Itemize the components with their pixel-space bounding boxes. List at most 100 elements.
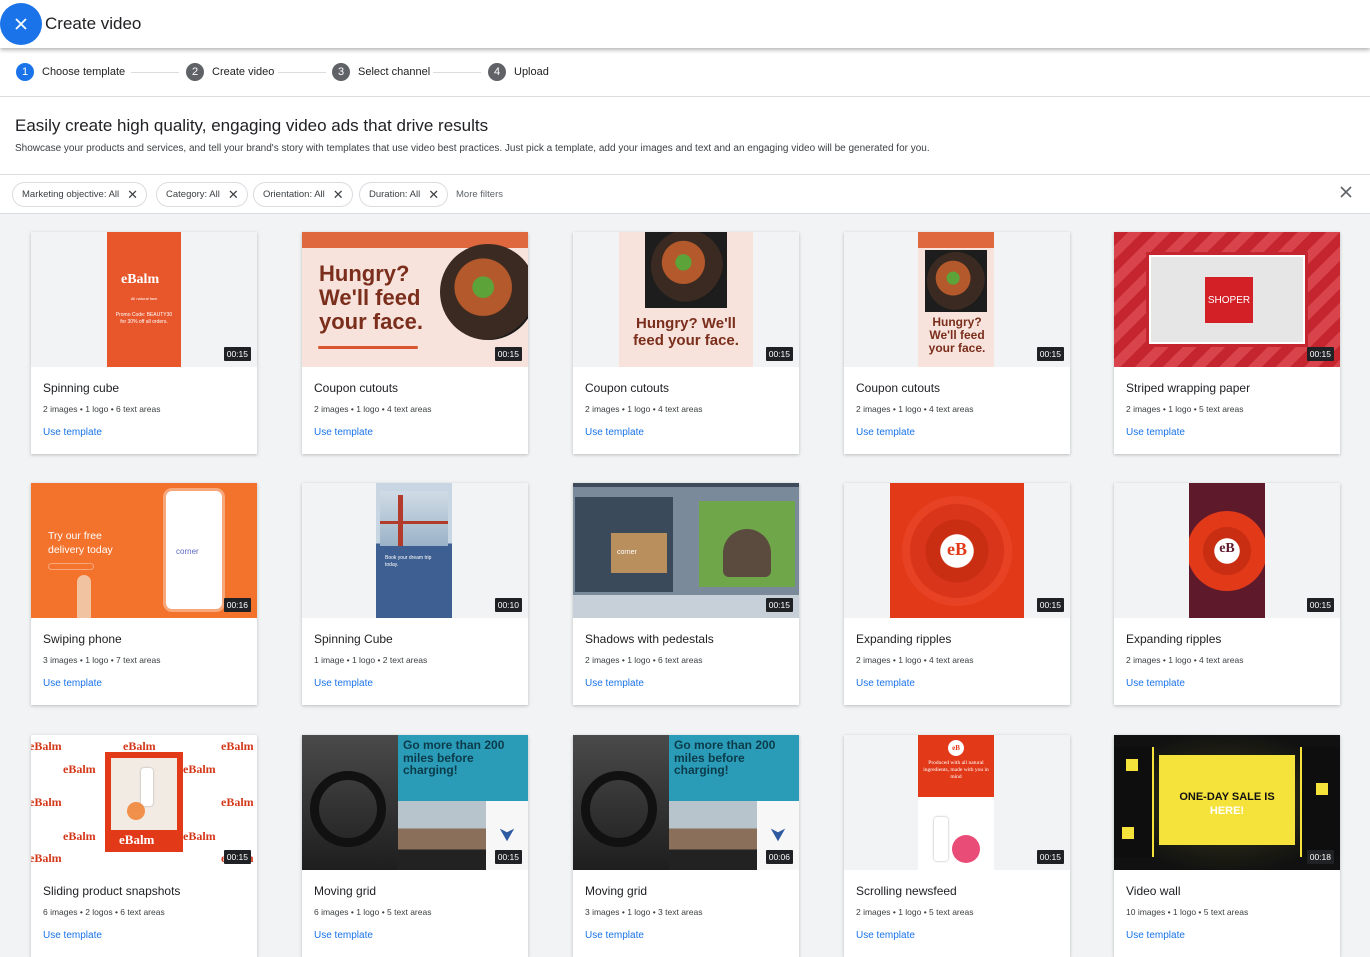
step-connector (278, 72, 326, 73)
phone-image: corner (163, 488, 225, 612)
close-button[interactable] (0, 3, 42, 45)
step-upload[interactable]: 4 Upload (488, 63, 549, 81)
brand-logo: SHOPER (1205, 277, 1253, 323)
use-template-link[interactable]: Use template (43, 930, 102, 941)
template-card[interactable]: Try our free delivery today corner 00:16… (31, 483, 257, 705)
product-image (934, 817, 948, 861)
headline-panel: Go more than 200 miles before charging! (669, 735, 799, 801)
use-template-link[interactable]: Use template (856, 678, 915, 689)
use-template-link[interactable]: Use template (314, 678, 373, 689)
use-template-link[interactable]: Use template (314, 427, 373, 438)
wall-panel-left (1114, 747, 1154, 857)
use-template-link[interactable]: Use template (1126, 427, 1185, 438)
step-label: Upload (514, 66, 549, 78)
use-template-link[interactable]: Use template (585, 678, 644, 689)
template-meta: 2 images • 1 logo • 5 text areas (1126, 404, 1244, 414)
template-card[interactable]: Go more than 200 miles before charging! … (573, 735, 799, 957)
template-thumbnail[interactable]: Hungry? We'll feed your face. 00:15 (302, 232, 528, 367)
duration-badge: 00:15 (494, 850, 522, 864)
template-card[interactable]: eB Produced with all natural ingredients… (844, 735, 1070, 957)
template-card[interactable]: eBalm All natural face Promo Code: BEAUT… (31, 232, 257, 454)
template-title: Swiping phone (43, 632, 122, 646)
use-template-link[interactable]: Use template (856, 930, 915, 941)
template-card[interactable]: eB 00:15 Expanding ripples 2 images • 1 … (1114, 483, 1340, 705)
template-card[interactable]: Hungry? We'll feed your face. 00:15 Coup… (302, 232, 528, 454)
template-thumbnail[interactable]: SHOPER 00:15 (1114, 232, 1340, 367)
use-template-link[interactable]: Use template (314, 930, 373, 941)
filter-chip-orientation[interactable]: Orientation: All ✕ (253, 182, 353, 207)
wall-tile (1122, 827, 1134, 839)
use-template-link[interactable]: Use template (585, 930, 644, 941)
step-connector (433, 72, 481, 73)
template-thumbnail[interactable]: corner 00:15 (573, 483, 799, 618)
duration-badge: 00:16 (223, 598, 251, 612)
use-template-link[interactable]: Use template (43, 678, 102, 689)
template-card[interactable]: Hungry? We'll feed your face. 00:15 Coup… (573, 232, 799, 454)
template-meta: 6 images • 1 logo • 5 text areas (314, 907, 432, 917)
headline-text: Hungry? We'll feed your face. (928, 315, 986, 356)
template-card[interactable]: ONE-DAY SALE IS HERE! 00:18 Video wall 1… (1114, 735, 1340, 957)
template-title: Striped wrapping paper (1126, 381, 1251, 395)
template-thumbnail[interactable]: eB 00:15 (844, 483, 1070, 618)
template-thumbnail[interactable]: Book your dream trip today. 00:10 (302, 483, 528, 618)
template-meta: 2 images • 1 logo • 4 text areas (856, 655, 974, 665)
remove-filter-icon[interactable]: ✕ (127, 188, 138, 201)
step-choose-template[interactable]: 1 Choose template (16, 63, 125, 81)
template-thumbnail[interactable]: Go more than 200 miles before charging! … (302, 735, 528, 870)
thumbnail-panel: Hungry? We'll feed your face. (918, 232, 994, 367)
cta-outline (48, 563, 94, 570)
use-template-link[interactable]: Use template (856, 427, 915, 438)
remove-filter-icon[interactable]: ✕ (333, 188, 344, 201)
use-template-link[interactable]: Use template (585, 427, 644, 438)
food-image (927, 252, 985, 310)
template-card[interactable]: eB 00:15 Expanding ripples 2 images • 1 … (844, 483, 1070, 705)
template-thumbnail[interactable]: ONE-DAY SALE IS HERE! 00:18 (1114, 735, 1340, 870)
clear-filters-icon[interactable] (1338, 184, 1354, 200)
food-image (440, 244, 528, 340)
remove-filter-icon[interactable]: ✕ (428, 188, 439, 201)
filter-chip-marketing-objective[interactable]: Marketing objective: All ✕ (12, 182, 148, 207)
template-thumbnail[interactable]: eBalm eBalm eBalm eBalm eBalm eBalm eBal… (31, 735, 257, 870)
template-title: Coupon cutouts (585, 381, 670, 395)
headline-text: Produced with all natural ingredients, m… (923, 760, 989, 781)
template-card[interactable]: Hungry? We'll feed your face. 00:15 Coup… (844, 232, 1070, 454)
template-title: Spinning Cube (314, 632, 393, 646)
template-card[interactable]: Go more than 200 miles before charging! … (302, 735, 528, 957)
step-label: Choose template (42, 66, 126, 78)
thumbnail-panel: eB (890, 483, 1024, 618)
use-template-link[interactable]: Use template (1126, 678, 1185, 689)
template-card[interactable]: corner 00:15 Shadows with pedestals 2 im… (573, 483, 799, 705)
use-template-link[interactable]: Use template (43, 427, 102, 438)
template-thumbnail[interactable]: Hungry? We'll feed your face. 00:15 (573, 232, 799, 367)
template-card[interactable]: Book your dream trip today. 00:10 Spinni… (302, 483, 528, 705)
duration-badge: 00:15 (494, 347, 522, 361)
bridge-image (380, 491, 448, 546)
step-select-channel[interactable]: 3 Select channel (332, 63, 430, 81)
template-thumbnail[interactable]: Go more than 200 miles before charging! … (573, 735, 799, 870)
sale-screen: ONE-DAY SALE IS HERE! (1159, 755, 1295, 845)
step-create-video[interactable]: 2 Create video (186, 63, 274, 81)
intro-description: Showcase your products and services, and… (15, 143, 930, 154)
people-silhouette (723, 529, 771, 577)
template-thumbnail[interactable]: Try our free delivery today corner 00:16 (31, 483, 257, 618)
use-template-link[interactable]: Use template (1126, 930, 1185, 941)
filter-chip-category[interactable]: Category: All ✕ (156, 182, 248, 207)
template-thumbnail[interactable]: Hungry? We'll feed your face. 00:15 (844, 232, 1070, 367)
remove-filter-icon[interactable]: ✕ (228, 188, 239, 201)
box-image: corner (611, 533, 667, 573)
template-meta: 6 images • 2 logos • 6 text areas (43, 907, 165, 917)
filter-chip-duration[interactable]: Duration: All ✕ (359, 182, 449, 207)
template-card[interactable]: SHOPER 00:15 Striped wrapping paper 2 im… (1114, 232, 1340, 454)
template-thumbnail[interactable]: eBalm All natural face Promo Code: BEAUT… (31, 232, 257, 367)
thumbnail-band (918, 232, 994, 248)
more-filters-link[interactable]: More filters (456, 189, 503, 200)
template-thumbnail[interactable]: eB 00:15 (1114, 483, 1340, 618)
page-title: Create video (45, 14, 142, 33)
food-image-frame (925, 250, 987, 312)
template-card[interactable]: eBalm eBalm eBalm eBalm eBalm eBalm eBal… (31, 735, 257, 957)
pattern-logo: eBalm (183, 762, 216, 776)
template-title: Expanding ripples (1126, 632, 1222, 646)
app-header: Create video (0, 0, 1370, 48)
template-title: Sliding product snapshots (43, 884, 181, 898)
template-thumbnail[interactable]: eB Produced with all natural ingredients… (844, 735, 1070, 870)
